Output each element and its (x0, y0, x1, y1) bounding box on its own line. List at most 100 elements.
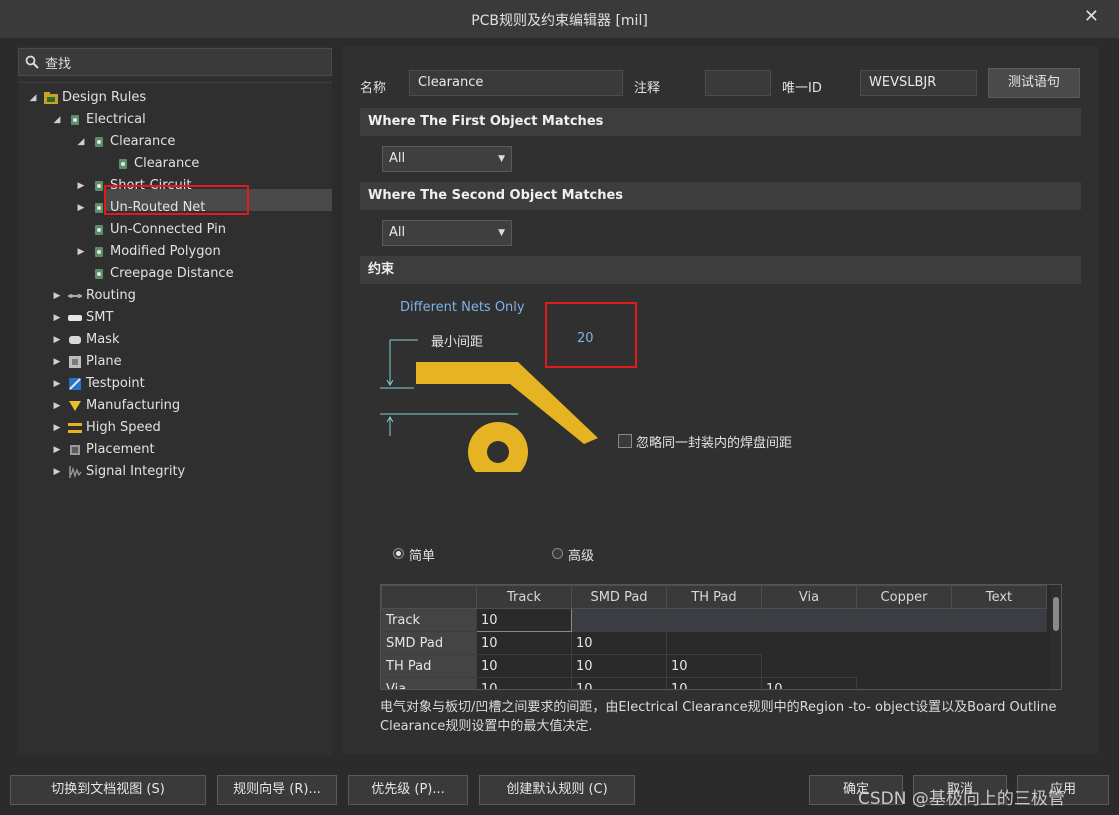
expand-icon[interactable]: ▶ (52, 373, 62, 395)
matrix-row-track: Track 10 (381, 608, 1047, 632)
smt-icon (68, 315, 82, 321)
matrix-cell-empty (571, 608, 667, 632)
expand-icon[interactable]: ▶ (52, 351, 62, 373)
matrix-cell-empty (761, 608, 857, 632)
rule-wizard-button[interactable]: 规则向导 (R)... (217, 775, 337, 805)
collapse-icon[interactable]: ◢ (28, 87, 38, 109)
tree-item-label: Routing (86, 288, 136, 303)
rules-tree: ◢ Design Rules ◢ Electrical ◢ Clearance … (18, 82, 332, 755)
clearance-matrix: Track SMD Pad TH Pad Via Copper Text Tra… (380, 584, 1062, 690)
matrix-corner (381, 585, 477, 609)
tree-item-label: Creepage Distance (110, 266, 234, 281)
matrix-row-header: TH Pad (381, 654, 477, 678)
matrix-cell[interactable]: 10 (666, 654, 762, 678)
routing-icon (68, 294, 82, 298)
mode-advanced-label: 高级 (568, 549, 595, 564)
constraints-header: 约束 (360, 256, 1081, 284)
matrix-cell[interactable]: 10 (476, 608, 572, 632)
matrix-cell[interactable]: 10 (571, 677, 667, 689)
matrix-cell[interactable]: 10 (476, 654, 572, 678)
matrix-cell[interactable]: 10 (571, 631, 667, 655)
second-match-value: All (389, 225, 406, 240)
matrix-cell-empty (952, 632, 1047, 655)
tree-item-label: Testpoint (86, 376, 145, 391)
matrix-cell-empty (667, 632, 762, 655)
search-input[interactable]: 查找 (45, 53, 71, 72)
expand-icon[interactable]: ▶ (52, 285, 62, 307)
matrix-cell[interactable]: 10 (476, 677, 572, 689)
matrix-cell-empty (951, 608, 1047, 632)
tree-item-label: Clearance (134, 156, 200, 171)
matrix-cell[interactable]: 10 (476, 631, 572, 655)
matrix-cell[interactable]: 10 (761, 677, 857, 689)
unique-id-label: 唯一ID (782, 81, 822, 96)
modified-polygon-icon (95, 247, 103, 257)
matrix-row-header: Via (381, 677, 477, 689)
expand-icon[interactable]: ▶ (76, 241, 86, 263)
creepage-icon (95, 269, 103, 279)
tree-item-label: Un-Connected Pin (110, 222, 226, 237)
create-default-rules-button[interactable]: 创建默认规则 (C) (479, 775, 635, 805)
matrix-cell[interactable]: 10 (571, 654, 667, 678)
tree-item-label: Plane (86, 354, 122, 369)
close-icon[interactable]: ✕ (1084, 6, 1099, 27)
expand-icon[interactable]: ▶ (52, 329, 62, 351)
highlight-box-tree (104, 185, 249, 215)
matrix-cell-empty (762, 632, 857, 655)
highlight-box-clearance (545, 302, 637, 368)
clearance-rule-icon (119, 159, 127, 169)
tree-item-label: Placement (86, 442, 155, 457)
scrollbar-thumb[interactable] (1053, 597, 1059, 631)
expand-icon[interactable]: ▶ (52, 417, 62, 439)
expand-icon[interactable]: ▶ (52, 439, 62, 461)
electrical-icon (71, 115, 79, 125)
name-label: 名称 (360, 81, 387, 96)
priority-button[interactable]: 优先级 (P)... (348, 775, 468, 805)
window-title: PCB规则及约束编辑器 [mil] (471, 13, 648, 29)
first-match-select[interactable]: All ▼ (382, 146, 512, 172)
matrix-row-via: Via 10 10 10 10 (381, 677, 1047, 690)
tree-item-label: SMT (86, 310, 114, 325)
second-match-select[interactable]: All ▼ (382, 220, 512, 246)
matrix-cell-empty (857, 632, 952, 655)
first-match-value: All (389, 151, 406, 166)
expand-icon[interactable]: ▶ (52, 395, 62, 417)
expand-icon[interactable]: ▶ (52, 307, 62, 329)
high-speed-icon (68, 423, 82, 433)
second-match-header: Where The Second Object Matches (360, 182, 1081, 210)
expand-icon[interactable]: ▶ (52, 461, 62, 483)
search-icon (25, 55, 39, 69)
matrix-cell-empty (857, 678, 952, 690)
matrix-scrollbar[interactable] (1051, 585, 1061, 689)
tree-item-label: Signal Integrity (86, 464, 186, 479)
matrix-cell-empty (856, 608, 952, 632)
matrix-col-header: Copper (856, 585, 952, 609)
search-box[interactable]: 查找 (18, 48, 332, 76)
collapse-icon[interactable]: ◢ (76, 131, 86, 153)
matrix-row-header: Track (381, 608, 477, 632)
collapse-icon[interactable]: ◢ (52, 109, 62, 131)
mode-simple-radio[interactable] (393, 548, 404, 559)
placement-icon (70, 445, 80, 455)
matrix-row-th-pad: TH Pad 10 10 10 (381, 654, 1047, 678)
matrix-row-header: SMD Pad (381, 631, 477, 655)
switch-document-view-button[interactable]: 切换到文档视图 (S) (10, 775, 206, 805)
tree-item-label: Manufacturing (86, 398, 181, 413)
chevron-down-icon: ▼ (498, 228, 505, 238)
ignore-pads-checkbox[interactable] (618, 434, 632, 448)
rules-tree-pane: 查找 ◢ Design Rules ◢ Electrical ◢ Clearan… (18, 46, 332, 755)
title-bar: PCB规则及约束编辑器 [mil] ✕ (0, 0, 1119, 39)
matrix-cell[interactable]: 10 (666, 677, 762, 689)
rule-name-field[interactable]: Clearance (409, 70, 623, 96)
nets-mode-selector[interactable]: Different Nets Only (400, 300, 525, 315)
mode-advanced-radio[interactable] (552, 548, 563, 559)
matrix-col-header: Via (761, 585, 857, 609)
first-match-header: Where The First Object Matches (360, 108, 1081, 136)
matrix-cell-empty (666, 608, 762, 632)
expand-icon[interactable]: ▶ (76, 197, 86, 219)
rule-editor-pane: 名称 Clearance 注释 唯一ID WEVSLBJR 测试语句 Where… (342, 46, 1099, 754)
comment-field[interactable] (705, 70, 771, 96)
unique-id-field[interactable]: WEVSLBJR (860, 70, 977, 96)
test-query-button[interactable]: 测试语句 (988, 68, 1080, 98)
expand-icon[interactable]: ▶ (76, 175, 86, 197)
